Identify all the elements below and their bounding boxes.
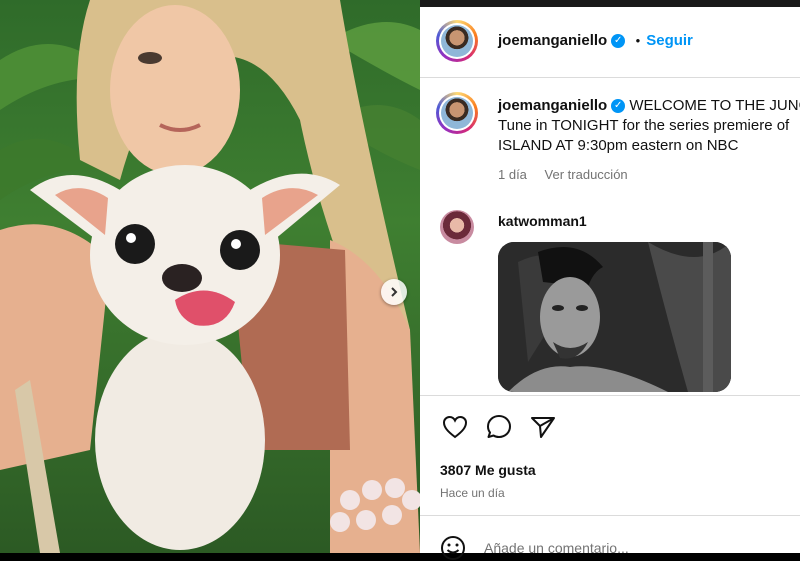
caption-verified-badge-icon: ✓	[611, 99, 626, 114]
composer-divider	[420, 515, 800, 516]
caption-username[interactable]: joemanganiello	[498, 97, 607, 114]
comment-photo-illustration	[498, 242, 731, 392]
commenter-username[interactable]: katwomman1	[498, 213, 587, 229]
send-icon	[531, 417, 555, 438]
caption-meta: 1 día Ver traducción	[498, 167, 642, 182]
caption-author-avatar[interactable]	[436, 92, 478, 134]
separator-dot: •	[635, 33, 641, 48]
share-button[interactable]	[528, 412, 558, 442]
heart-icon	[442, 415, 468, 439]
commenter-avatar[interactable]	[440, 210, 474, 244]
post-caption: joemanganiello ✓ WELCOME TO THE JUNG Tune…	[498, 96, 800, 156]
emoji-icon[interactable]	[440, 535, 466, 561]
translate-link[interactable]: Ver traducción	[545, 167, 628, 182]
action-bar	[440, 412, 558, 442]
caption-line-3: ISLAND AT 9:30pm eastern on NBC	[498, 137, 739, 154]
comment-image[interactable]	[498, 242, 731, 392]
author-avatar[interactable]	[436, 20, 478, 62]
verified-badge-icon: ✓	[611, 33, 626, 48]
post-age: Hace un día	[440, 486, 505, 500]
comment-input[interactable]	[482, 539, 786, 557]
post-photo[interactable]	[0, 0, 420, 553]
like-count[interactable]: 3807 Me gusta	[440, 462, 536, 478]
caption-line-1: WELCOME TO THE JUNG	[629, 97, 800, 114]
like-button[interactable]	[440, 412, 470, 442]
comment-button[interactable]	[484, 412, 514, 442]
comment-composer	[440, 535, 786, 561]
follow-button[interactable]: Seguir	[646, 32, 693, 49]
photo-illustration	[0, 0, 420, 553]
post-header: joemanganiello ✓ • Seguir	[420, 7, 800, 78]
post-detail-panel: joemanganiello ✓ • Seguir joemanganiello ✓ …	[420, 7, 800, 560]
chevron-right-icon	[391, 287, 398, 297]
caption-timestamp[interactable]: 1 día	[498, 167, 527, 182]
author-line: joemanganiello ✓ • Seguir	[498, 32, 693, 50]
comment-bubble-icon	[487, 415, 511, 438]
actions-divider	[420, 395, 800, 396]
next-photo-button[interactable]	[381, 279, 407, 305]
author-username[interactable]: joemanganiello	[498, 32, 607, 49]
caption-line-2: Tune in TONIGHT for the series premiere …	[498, 117, 790, 134]
